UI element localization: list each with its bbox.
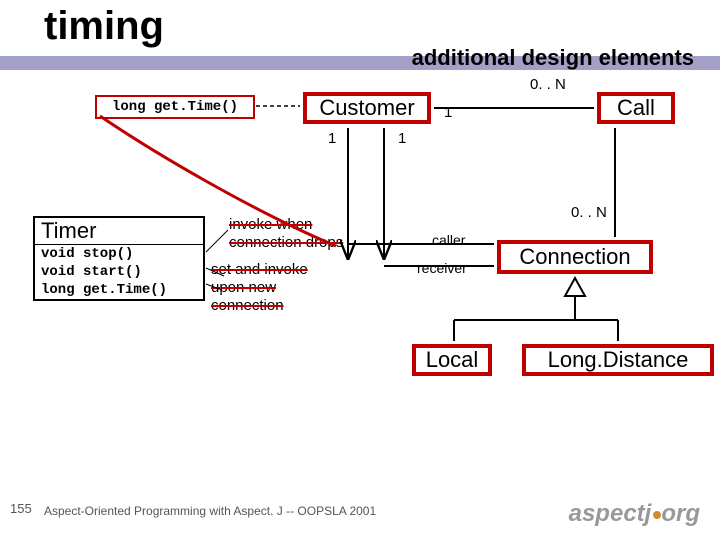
slide-title: timing	[44, 4, 164, 49]
role-caller: caller	[432, 232, 465, 248]
note-set-1: set and invoke	[211, 261, 308, 278]
timer-method-gettime: long get.Time()	[35, 281, 203, 299]
class-customer: Customer	[303, 92, 431, 124]
logo-suffix: org	[661, 500, 700, 527]
timer-method-start: void start()	[35, 263, 203, 281]
timer-method-stop: void stop()	[35, 245, 203, 263]
page-number: 155	[10, 501, 32, 516]
logo: aspectj org	[569, 500, 700, 528]
gettime-box: long get.Time()	[95, 95, 255, 119]
class-local: Local	[412, 344, 492, 376]
role-receiver: receiver	[417, 260, 467, 276]
note-invoke-2: connection drops	[229, 234, 343, 251]
class-call: Call	[597, 92, 675, 124]
slide: timing additional design elements long g…	[0, 0, 720, 540]
footer-text: Aspect-Oriented Programming with Aspect.…	[44, 504, 376, 518]
note-invoke-1: invoke when	[229, 216, 312, 233]
mult-cust-1: 1	[444, 104, 452, 121]
mult-call-v1: 1	[398, 130, 406, 147]
logo-text: aspectj	[569, 500, 652, 527]
note-set-3: connection	[211, 297, 284, 314]
class-connection: Connection	[497, 240, 653, 274]
mult-cust-v1: 1	[328, 130, 336, 147]
class-timer: Timer void stop() void start() long get.…	[33, 216, 205, 301]
mult-call-n: 0. . N	[530, 76, 566, 93]
note-set-2: upon new	[211, 279, 276, 296]
mult-conn-n: 0. . N	[571, 204, 607, 221]
timer-name: Timer	[35, 218, 203, 245]
slide-subtitle: additional design elements	[412, 45, 694, 71]
class-longdistance: Long.Distance	[522, 344, 714, 376]
